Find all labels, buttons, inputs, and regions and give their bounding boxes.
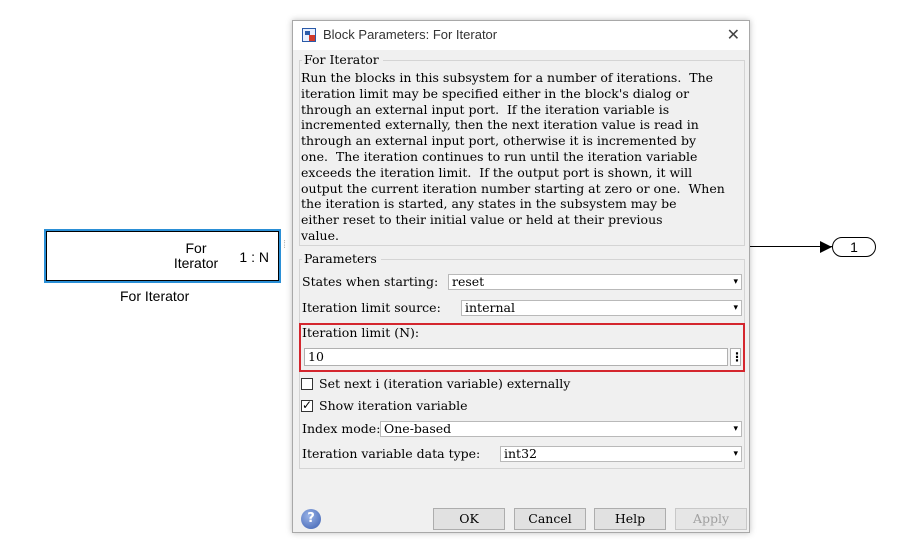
iteration-limit-source-label: Iteration limit source:	[302, 300, 441, 315]
index-mode-label: Index mode:	[302, 421, 381, 436]
iteration-limit-input[interactable]: 10	[304, 348, 728, 366]
chevron-down-icon: ▾	[733, 277, 738, 287]
iteration-data-type-value: int32	[504, 446, 537, 461]
apply-button[interactable]: Apply	[675, 508, 747, 530]
for-iterator-block[interactable]: For Iterator 1 : N	[44, 229, 281, 283]
set-next-i-label: Set next i (iteration variable) external…	[319, 376, 571, 391]
parameters-group-title: Parameters	[302, 251, 381, 266]
index-mode-select[interactable]: One-based ▾	[380, 421, 742, 437]
iteration-limit-source-value: internal	[465, 300, 515, 315]
iteration-limit-label: Iteration limit (N):	[302, 325, 420, 340]
block-caption: For Iterator	[120, 288, 190, 304]
states-when-starting-label: States when starting:	[302, 274, 439, 289]
help-icon[interactable]: ?	[301, 509, 321, 529]
outport-block[interactable]: 1	[832, 237, 876, 257]
block-port-label: 1 : N	[239, 249, 269, 265]
dialog-title: Block Parameters: For Iterator	[323, 27, 498, 42]
chevron-down-icon: ▾	[733, 449, 738, 459]
block-parameters-dialog: Block Parameters: For Iterator ✕ For Ite…	[292, 20, 750, 533]
block-parameters-icon	[302, 28, 316, 42]
ok-button[interactable]: OK	[433, 508, 505, 530]
index-mode-value: One-based	[384, 421, 452, 436]
arrow-head	[820, 241, 832, 253]
title-bar[interactable]: Block Parameters: For Iterator ✕	[293, 21, 749, 50]
iteration-data-type-select[interactable]: int32 ▾	[500, 446, 742, 462]
iteration-limit-source-select[interactable]: internal ▾	[461, 300, 742, 316]
cancel-button[interactable]: Cancel	[514, 508, 586, 530]
chevron-down-icon: ▾	[733, 303, 738, 313]
more-options-button[interactable]: ⋮	[730, 348, 743, 366]
states-when-starting-select[interactable]: reset ▾	[448, 274, 742, 290]
block-name: For Iterator	[173, 240, 219, 271]
iteration-data-type-label: Iteration variable data type:	[302, 446, 481, 461]
help-button[interactable]: Help	[594, 508, 666, 530]
set-next-i-checkbox[interactable]	[301, 378, 313, 390]
states-when-starting-value: reset	[452, 274, 485, 289]
description-group-title: For Iterator	[302, 52, 383, 67]
chevron-down-icon: ▾	[733, 424, 738, 434]
output-port-marker: ⁞	[283, 239, 287, 251]
description-text: Run the blocks in this subsystem for a n…	[301, 70, 725, 243]
description-group: For Iterator Run the blocks in this subs…	[299, 52, 745, 246]
show-iteration-variable-checkbox[interactable]	[301, 398, 313, 412]
show-iteration-variable-label: Show iteration variable	[319, 398, 468, 413]
close-icon[interactable]: ✕	[727, 25, 740, 44]
